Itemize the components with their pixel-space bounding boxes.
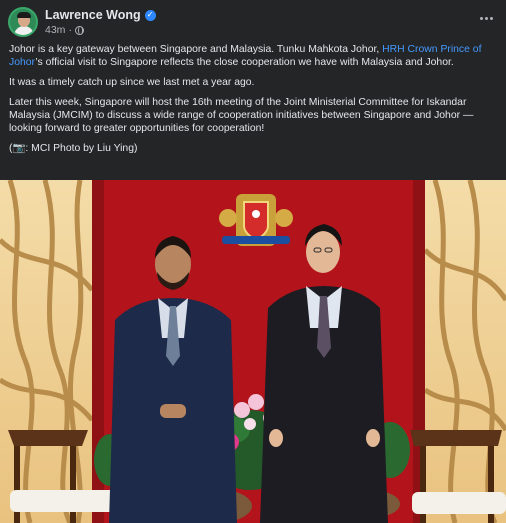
post-timestamp[interactable]: 43m xyxy=(45,24,65,36)
post-paragraph-1: Johor is a key gateway between Singapore… xyxy=(9,44,482,68)
post-body: Johor is a key gateway between Singapore… xyxy=(9,43,497,162)
more-options-button[interactable] xyxy=(474,8,498,28)
author-row: Lawrence Wong ✓ xyxy=(45,7,156,23)
post-meta: 43m · xyxy=(45,24,84,36)
photo-illustration xyxy=(0,180,506,523)
photo-credit: (📷: MCI Photo by Liu Ying) xyxy=(9,143,138,154)
author-avatar[interactable] xyxy=(8,7,38,37)
globe-icon xyxy=(74,25,84,35)
verified-badge-icon: ✓ xyxy=(144,9,156,21)
post-paragraph-3: Later this week, Singapore will host the… xyxy=(9,97,474,134)
post-paragraph-2: It was a timely catch up since we last m… xyxy=(9,77,255,88)
more-options-icon xyxy=(479,16,483,20)
author-name[interactable]: Lawrence Wong xyxy=(45,8,141,22)
post-header: Lawrence Wong ✓ 43m · xyxy=(0,0,506,40)
meta-separator: · xyxy=(68,24,72,36)
post-photo[interactable] xyxy=(0,180,506,523)
